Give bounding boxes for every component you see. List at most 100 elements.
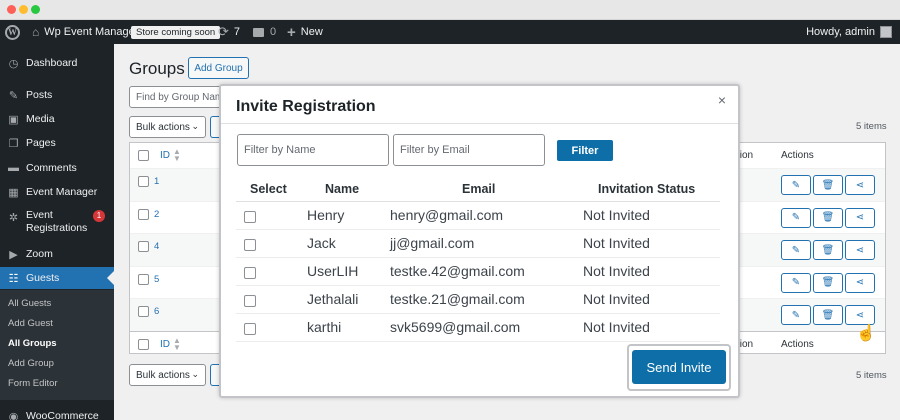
select-all-checkbox[interactable] (138, 150, 149, 161)
name-column-header: Name (325, 182, 360, 196)
invitation-status: Not Invited (583, 263, 650, 279)
send-invite-button[interactable]: Send Invite (632, 350, 726, 384)
row-checkbox[interactable] (138, 273, 149, 285)
pencil-icon: ✎ (791, 244, 801, 256)
select-checkbox[interactable] (244, 295, 256, 307)
video-icon: ▶ (9, 248, 18, 261)
chevron-down-icon: ⌄ (191, 369, 199, 379)
edit-button[interactable]: ✎ (781, 272, 811, 293)
edit-button[interactable]: ✎ (781, 305, 811, 325)
registrations-icon: ✲ (8, 211, 19, 224)
sidebar-item-media[interactable]: ▣ Media (0, 109, 114, 129)
submenu-form-editor[interactable]: Form Editor (8, 378, 58, 389)
site-name-link[interactable]: ⌂ Wp Event Manager (32, 20, 138, 44)
share-icon: ⋖ (855, 179, 865, 191)
delete-button[interactable]: 🗑 (813, 305, 843, 325)
select-checkbox[interactable] (244, 239, 256, 251)
submenu-add-guest[interactable]: Add Guest (8, 318, 53, 329)
modal-title: Invite Registration (236, 98, 376, 115)
pencil-icon: ✎ (791, 309, 801, 321)
chevron-down-icon: ⌄ (191, 121, 199, 131)
calendar-icon: ▦ (8, 186, 19, 199)
comments-link[interactable]: 0 (253, 20, 276, 44)
share-button[interactable]: ⋖ (845, 305, 875, 325)
comment-icon: ▬ (8, 162, 19, 174)
pencil-icon: ✎ (791, 179, 801, 191)
pencil-icon: ✎ (791, 277, 801, 288)
select-checkbox[interactable] (244, 211, 256, 223)
delete-button[interactable]: 🗑 (813, 207, 843, 228)
id-column-footer[interactable]: ID (160, 339, 170, 350)
sidebar-item-zoom[interactable]: ▶ Zoom (0, 244, 114, 264)
submenu-all-guests[interactable]: All Guests (8, 298, 51, 309)
wordpress-logo-button[interactable]: W (5, 20, 20, 44)
maximize-window-button[interactable] (31, 5, 40, 14)
trash-icon: 🗑 (821, 212, 835, 223)
send-invite-highlight: Send Invite (627, 344, 731, 391)
share-button[interactable]: ⋖ (845, 207, 875, 228)
account-menu[interactable]: Howdy, admin (806, 20, 892, 44)
howdy-label: Howdy, admin (806, 26, 875, 38)
sidebar-item-comments[interactable]: ▬ Comments (0, 158, 114, 178)
guest-name: Henry (307, 207, 345, 223)
filter-name-input[interactable]: Filter by Name (237, 134, 389, 166)
sidebar-item-woocommerce[interactable]: ◉ WooCommerce (0, 409, 114, 420)
row-id[interactable]: 1 (154, 176, 159, 187)
sidebar-item-event-registrations[interactable]: ✲ Event Registrations 1 (0, 209, 114, 237)
edit-button[interactable]: ✎ (781, 240, 811, 260)
row-id[interactable]: 6 (154, 306, 159, 317)
edit-button[interactable]: ✎ (781, 207, 811, 228)
updates-link[interactable]: ⟳ 7 (218, 20, 240, 44)
submenu-add-group[interactable]: Add Group (8, 358, 54, 369)
row-id[interactable]: 2 (154, 209, 159, 220)
share-icon: ⋖ (855, 277, 865, 288)
delete-button[interactable]: 🗑 (813, 175, 843, 195)
edit-button[interactable]: ✎ (781, 175, 811, 195)
share-button[interactable]: ⋖ (845, 175, 875, 195)
items-count-top: 5 items (856, 121, 887, 132)
sidebar-item-event-manager[interactable]: ▦ Event Manager (0, 182, 114, 202)
share-button[interactable]: ⋖ (845, 272, 875, 293)
comments-count: 0 (270, 26, 277, 38)
sidebar-item-dashboard[interactable]: ◷ Dashboard (0, 53, 114, 73)
row-id[interactable]: 4 (154, 241, 159, 252)
pin-icon: ✎ (8, 89, 19, 102)
select-all-checkbox-footer[interactable] (138, 339, 149, 350)
close-window-button[interactable] (7, 5, 16, 14)
admin-sidebar: ◷ Dashboard ✎ Posts ▣ Media ❐ Pages ▬ Co… (0, 44, 114, 420)
bulk-actions-select-top[interactable]: Bulk actions ⌄ (129, 116, 206, 138)
row-checkbox[interactable] (138, 208, 149, 220)
media-icon: ▣ (8, 113, 19, 126)
updates-count: 7 (233, 26, 241, 38)
minimize-window-button[interactable] (19, 5, 28, 14)
submenu-all-groups[interactable]: All Groups (8, 338, 57, 349)
id-column-header[interactable]: ID (160, 150, 170, 161)
select-checkbox[interactable] (244, 323, 256, 335)
select-checkbox[interactable] (244, 267, 256, 279)
delete-button[interactable]: 🗑 (813, 240, 843, 260)
row-id[interactable]: 5 (154, 274, 159, 285)
share-button[interactable]: ⋖ (845, 240, 875, 260)
notification-badge: 1 (93, 210, 105, 222)
add-group-button[interactable]: Add Group (188, 57, 249, 79)
invitation-status: Not Invited (583, 207, 650, 223)
row-checkbox[interactable] (138, 306, 149, 317)
sidebar-item-pages[interactable]: ❐ Pages (0, 133, 114, 153)
plus-icon: + (287, 23, 296, 41)
row-checkbox[interactable] (138, 241, 149, 252)
invite-registration-modal: Invite Registration × Filter by Name Fil… (219, 84, 740, 398)
browser-titlebar (0, 0, 900, 20)
sidebar-item-guests[interactable]: ☷ Guests (0, 267, 114, 289)
row-checkbox[interactable] (138, 176, 149, 187)
guest-email: testke.42@gmail.com (390, 263, 525, 279)
new-content-link[interactable]: + New (287, 20, 323, 44)
new-label: New (300, 26, 323, 38)
bulk-actions-select-bottom[interactable]: Bulk actions ⌄ (129, 364, 206, 386)
delete-button[interactable]: 🗑 (813, 272, 843, 293)
home-icon: ⌂ (32, 25, 40, 39)
close-icon[interactable]: × (718, 92, 726, 108)
coming-soon-badge[interactable]: Store coming soon (131, 20, 221, 44)
filter-email-input[interactable]: Filter by Email (393, 134, 545, 166)
sidebar-item-posts[interactable]: ✎ Posts (0, 85, 114, 105)
filter-button[interactable]: Filter (557, 140, 613, 161)
